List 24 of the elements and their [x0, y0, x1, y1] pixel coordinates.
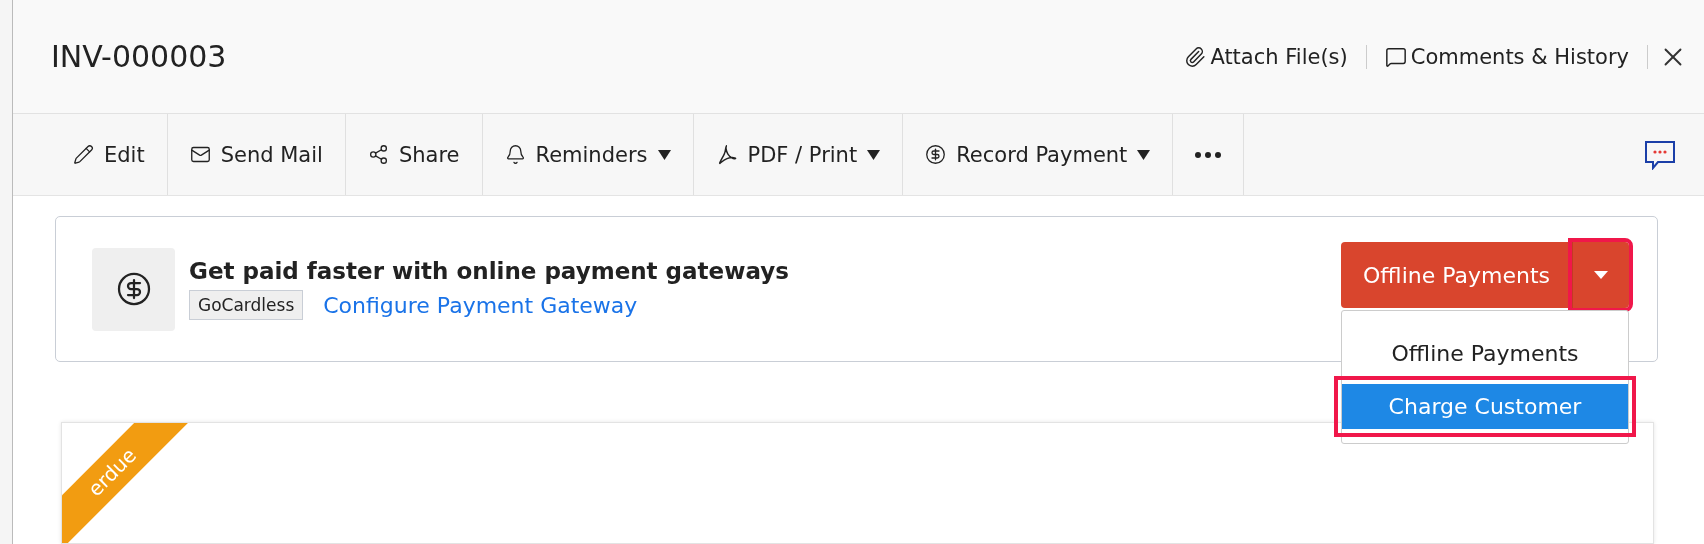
- dollar-icon: [115, 271, 152, 307]
- bell-icon: [504, 144, 526, 166]
- menu-item[interactable]: Offline Payments: [1342, 331, 1628, 376]
- more-icon: [1195, 151, 1222, 158]
- toolbar-button[interactable]: Send Mail: [167, 114, 346, 195]
- toolbar-button[interactable]: Share: [345, 114, 483, 195]
- menu-item[interactable]: Charge Customer: [1342, 384, 1628, 429]
- attach-files-link[interactable]: Attach File(s): [1166, 44, 1367, 69]
- toolbar-button[interactable]: PDF / Print: [693, 114, 904, 195]
- gateway-tag: GoCardless: [189, 290, 304, 320]
- toolbar-button[interactable]: Edit: [51, 114, 168, 195]
- invoice-title: INV-000003: [51, 39, 228, 75]
- pencil-icon: [73, 144, 94, 166]
- comment-icon: [1384, 45, 1407, 68]
- banner-title: Get paid faster with online payment gateways: [189, 258, 790, 284]
- caret-icon: [1594, 271, 1608, 279]
- dollar-icon: [925, 144, 947, 166]
- toolbar-button[interactable]: Reminders: [482, 114, 694, 195]
- comments-history-link[interactable]: Comments & History: [1366, 44, 1648, 69]
- configure-link[interactable]: Configure Payment Gateway: [323, 292, 638, 318]
- share-icon: [367, 144, 389, 166]
- chat-icon: [1644, 139, 1676, 170]
- toolbar-button[interactable]: Record Payment: [903, 114, 1174, 195]
- paperclip-icon: [1184, 45, 1207, 68]
